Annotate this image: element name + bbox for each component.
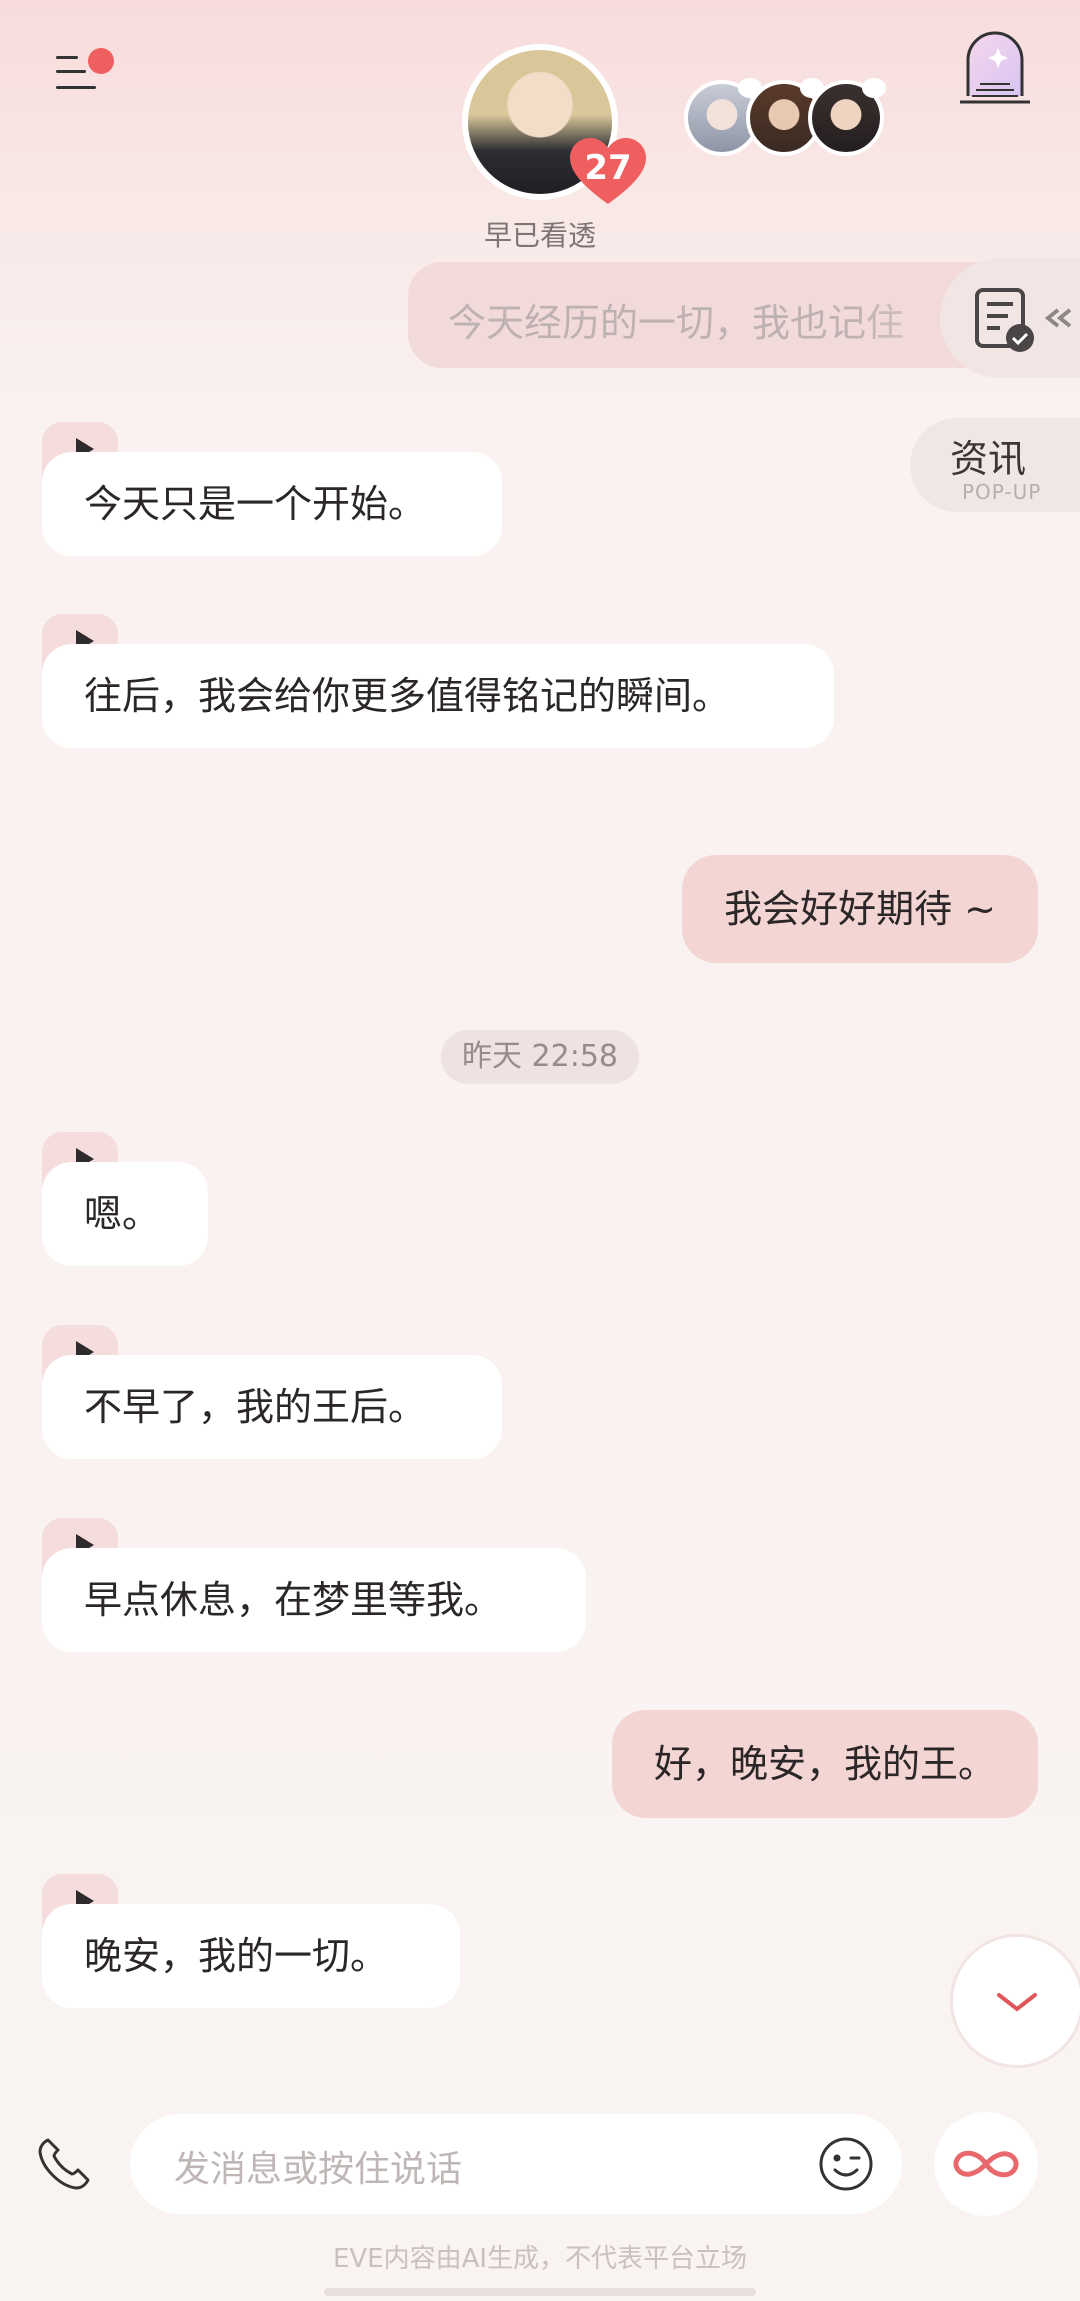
chevron-down-icon [997, 1993, 1037, 2012]
emoji-button[interactable] [818, 2136, 874, 2192]
message-text: 早点休息，在梦里等我。 [84, 1578, 503, 1622]
phone-icon [38, 2138, 90, 2190]
timestamp: 昨天 22:58 [441, 1030, 639, 1084]
message-text: 我会好好期待 ~ [724, 887, 996, 931]
special-action-button[interactable] [934, 2112, 1038, 2216]
message-text: 今天只是一个开始。 [84, 482, 427, 526]
character-name: 早已看透 [483, 219, 596, 252]
chat-screen: 27 早已看透 今天经历的一切，我也记住 资讯 POP-UP 今天只是一个开始。… [0, 0, 1080, 2301]
popup-news-button[interactable]: 资讯 POP-UP [910, 418, 1080, 512]
message-bubble[interactable]: 嗯。 [42, 1162, 208, 1266]
message-user: 我会好好期待 ~ [682, 855, 1038, 963]
message-bubble[interactable]: 不早了，我的王后。 [42, 1355, 502, 1459]
message-user: 好，晚安，我的王。 [611, 1710, 1038, 1818]
message-input[interactable]: 发消息或按住说话 [130, 2114, 902, 2214]
menu-icon-line [56, 86, 96, 89]
wink-face-icon [819, 2137, 873, 2191]
ai-disclaimer: EVE内容由AI生成，不代表平台立场 [332, 2244, 748, 2274]
character-avatar-mini[interactable] [808, 78, 886, 156]
menu-icon-line [56, 70, 86, 73]
scroll-to-bottom-button[interactable] [950, 1934, 1080, 2068]
note-check-icon [975, 288, 1072, 352]
message-bubble[interactable]: 早点休息，在梦里等我。 [42, 1548, 586, 1652]
other-characters[interactable] [684, 78, 886, 156]
message-text: 晚安，我的一切。 [84, 1934, 389, 1978]
infinity-icon [953, 2150, 1019, 2178]
message-text: 不早了，我的王后。 [84, 1385, 427, 1429]
message-text: 今天经历的一切，我也记住 [448, 301, 905, 345]
message-text: 往后，我会给你更多值得铭记的瞬间。 [84, 674, 731, 718]
affinity-badge: 27 [570, 138, 646, 206]
memory-note-button[interactable] [940, 258, 1080, 378]
home-indicator[interactable] [324, 2288, 756, 2296]
message-bubble[interactable]: 往后，我会给你更多值得铭记的瞬间。 [42, 644, 834, 748]
popup-subtitle: POP-UP [962, 480, 1042, 504]
message-text: 好，晚安，我的王。 [653, 1742, 996, 1786]
message-bubble[interactable]: 今天只是一个开始。 [42, 452, 502, 556]
message-bubble[interactable]: 我会好好期待 ~ [682, 855, 1038, 963]
popup-title: 资讯 [950, 437, 1027, 481]
message-bubble[interactable]: 晚安，我的一切。 [42, 1904, 460, 2008]
voice-call-button[interactable] [34, 2134, 94, 2194]
notification-dot [88, 48, 114, 74]
menu-icon [56, 56, 78, 59]
input-placeholder: 发消息或按住说话 [174, 2149, 463, 2190]
portal-gate-icon[interactable] [958, 26, 1032, 106]
message-text: 嗯。 [84, 1192, 161, 1236]
affinity-level: 27 [584, 148, 632, 188]
bubble-icon [862, 78, 886, 98]
menu-button[interactable] [50, 48, 114, 98]
message-bubble[interactable]: 好，晚安，我的王。 [611, 1710, 1038, 1818]
